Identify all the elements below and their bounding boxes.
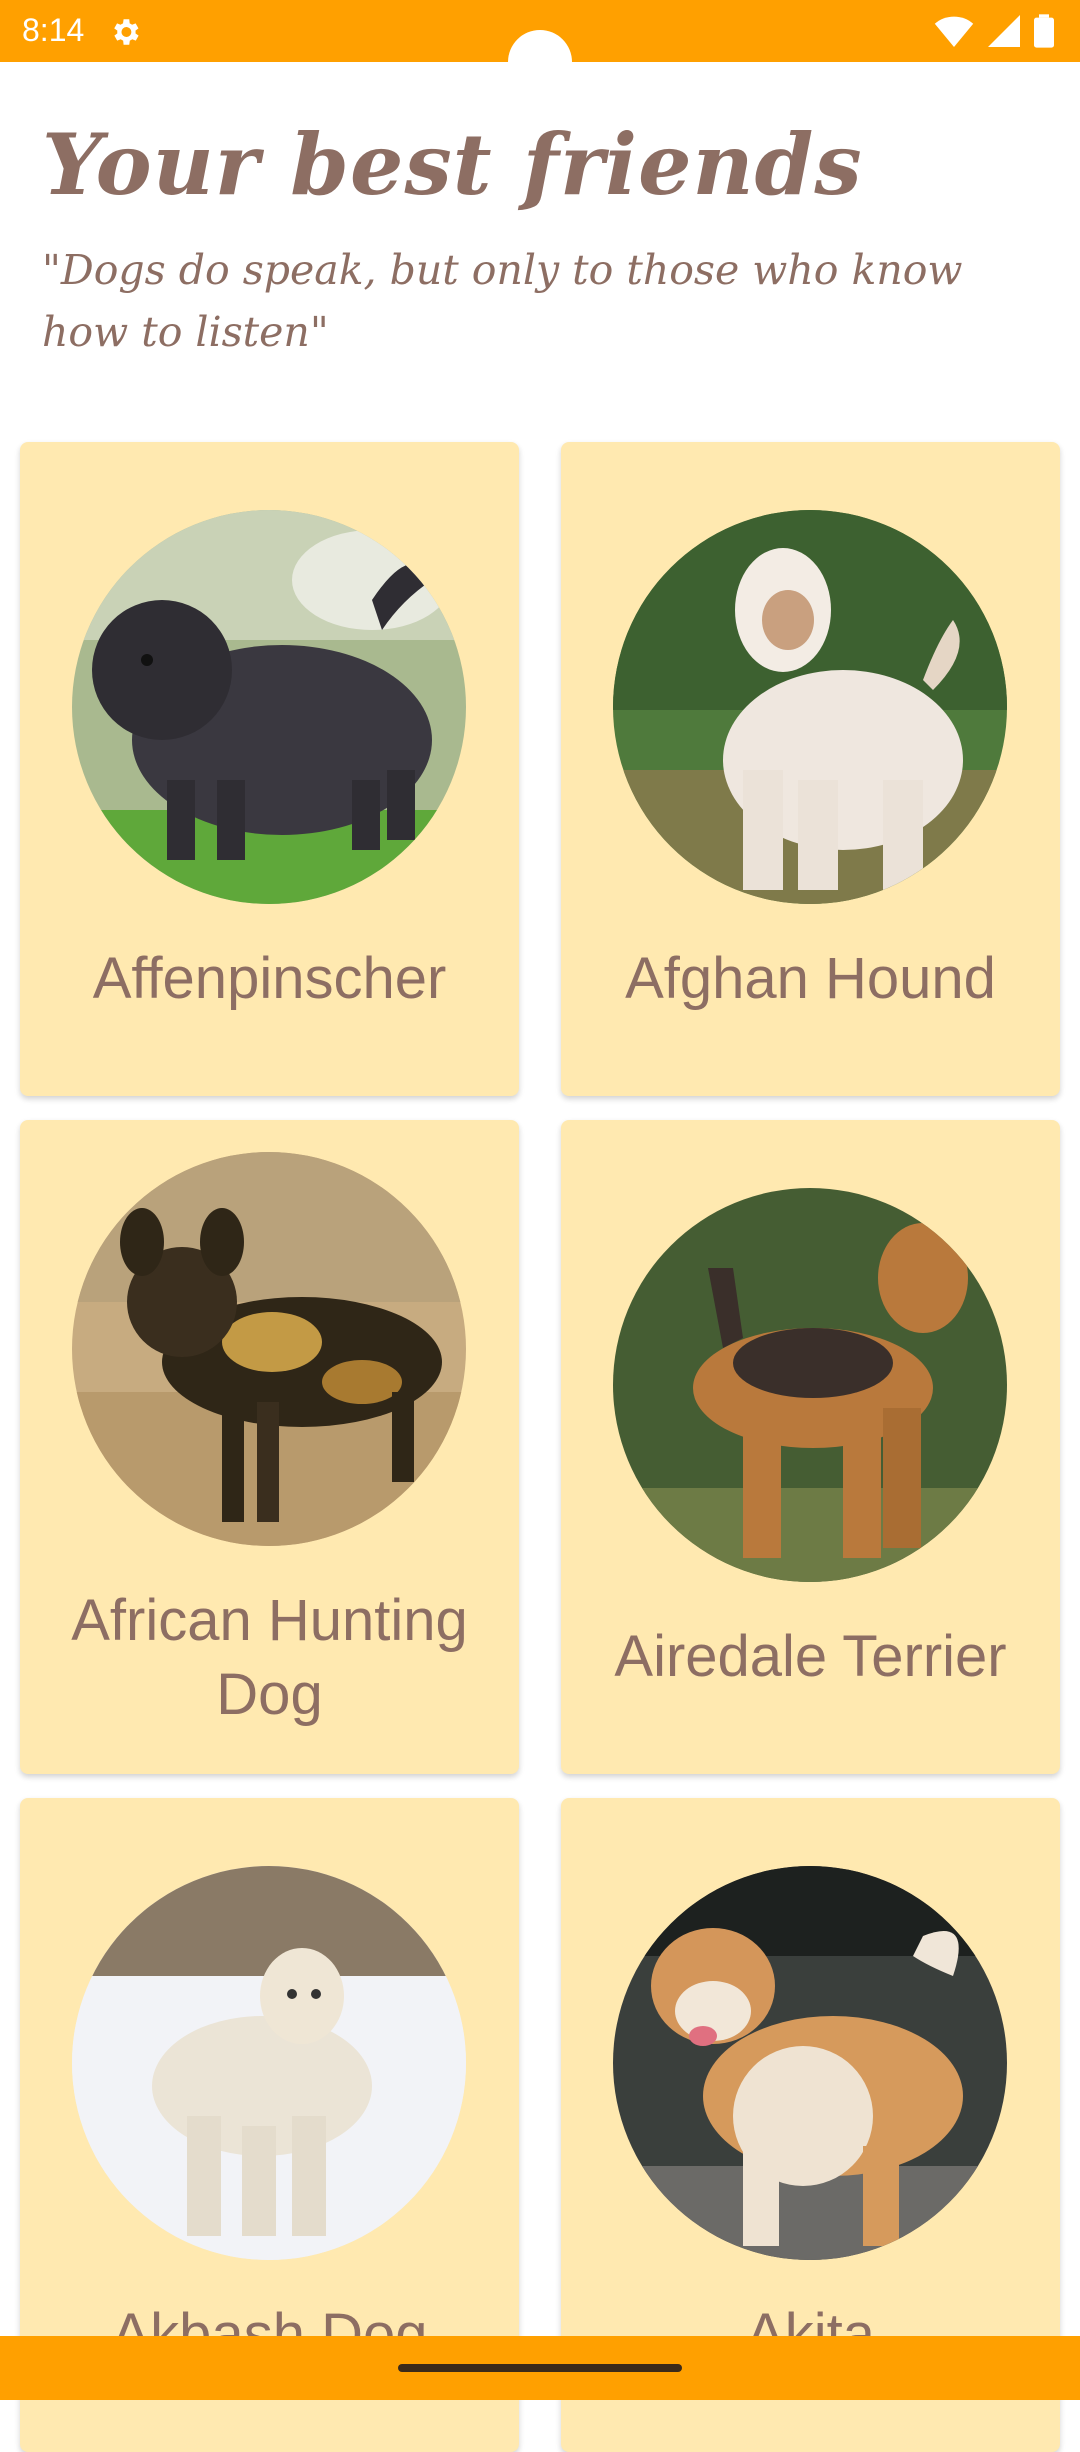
battery-icon (1034, 14, 1054, 48)
settings-icon (114, 19, 139, 45)
page-quote: "Dogs do speak, but only to those who kn… (42, 246, 963, 356)
breed-card-african-hunting-dog[interactable]: African Hunting Dog (20, 1120, 519, 1774)
status-bar: 8:14 (0, 0, 1080, 94)
breed-name: Airedale Terrier (614, 1624, 1007, 1689)
breed-card-affenpinscher[interactable]: Affenpinscher (20, 442, 519, 1096)
breed-name: Affenpinscher (92, 946, 447, 1011)
breed-name: African Hunting Dog (71, 1588, 468, 1727)
dog-photo-airedale-terrier (613, 1188, 1007, 1582)
camera-cutout (508, 30, 572, 94)
navigation-bar (0, 2336, 1080, 2400)
dog-photo-afghan-hound (613, 510, 1007, 904)
status-time: 8:14 (22, 12, 85, 48)
page-title: Your best friends (42, 115, 863, 214)
breed-name: Afghan Hound (625, 946, 996, 1011)
breed-card-afghan-hound[interactable]: Afghan Hound (561, 442, 1060, 1096)
breed-card-airedale-terrier[interactable]: Airedale Terrier (561, 1120, 1060, 1774)
dog-photo-akbash-dog (72, 1866, 466, 2260)
dog-photo-akita (613, 1866, 1007, 2260)
gesture-handle[interactable] (398, 2364, 682, 2372)
signal-icon (988, 15, 1020, 47)
breed-grid: Affenpinscher Afghan Hound African Hunti… (20, 442, 1060, 2452)
dog-photo-affenpinscher (72, 510, 466, 904)
page-header: Your best friends "Dogs do speak, but on… (42, 115, 1042, 363)
dog-photo-african-hunting-dog (72, 1152, 466, 1546)
wifi-icon (934, 16, 974, 47)
